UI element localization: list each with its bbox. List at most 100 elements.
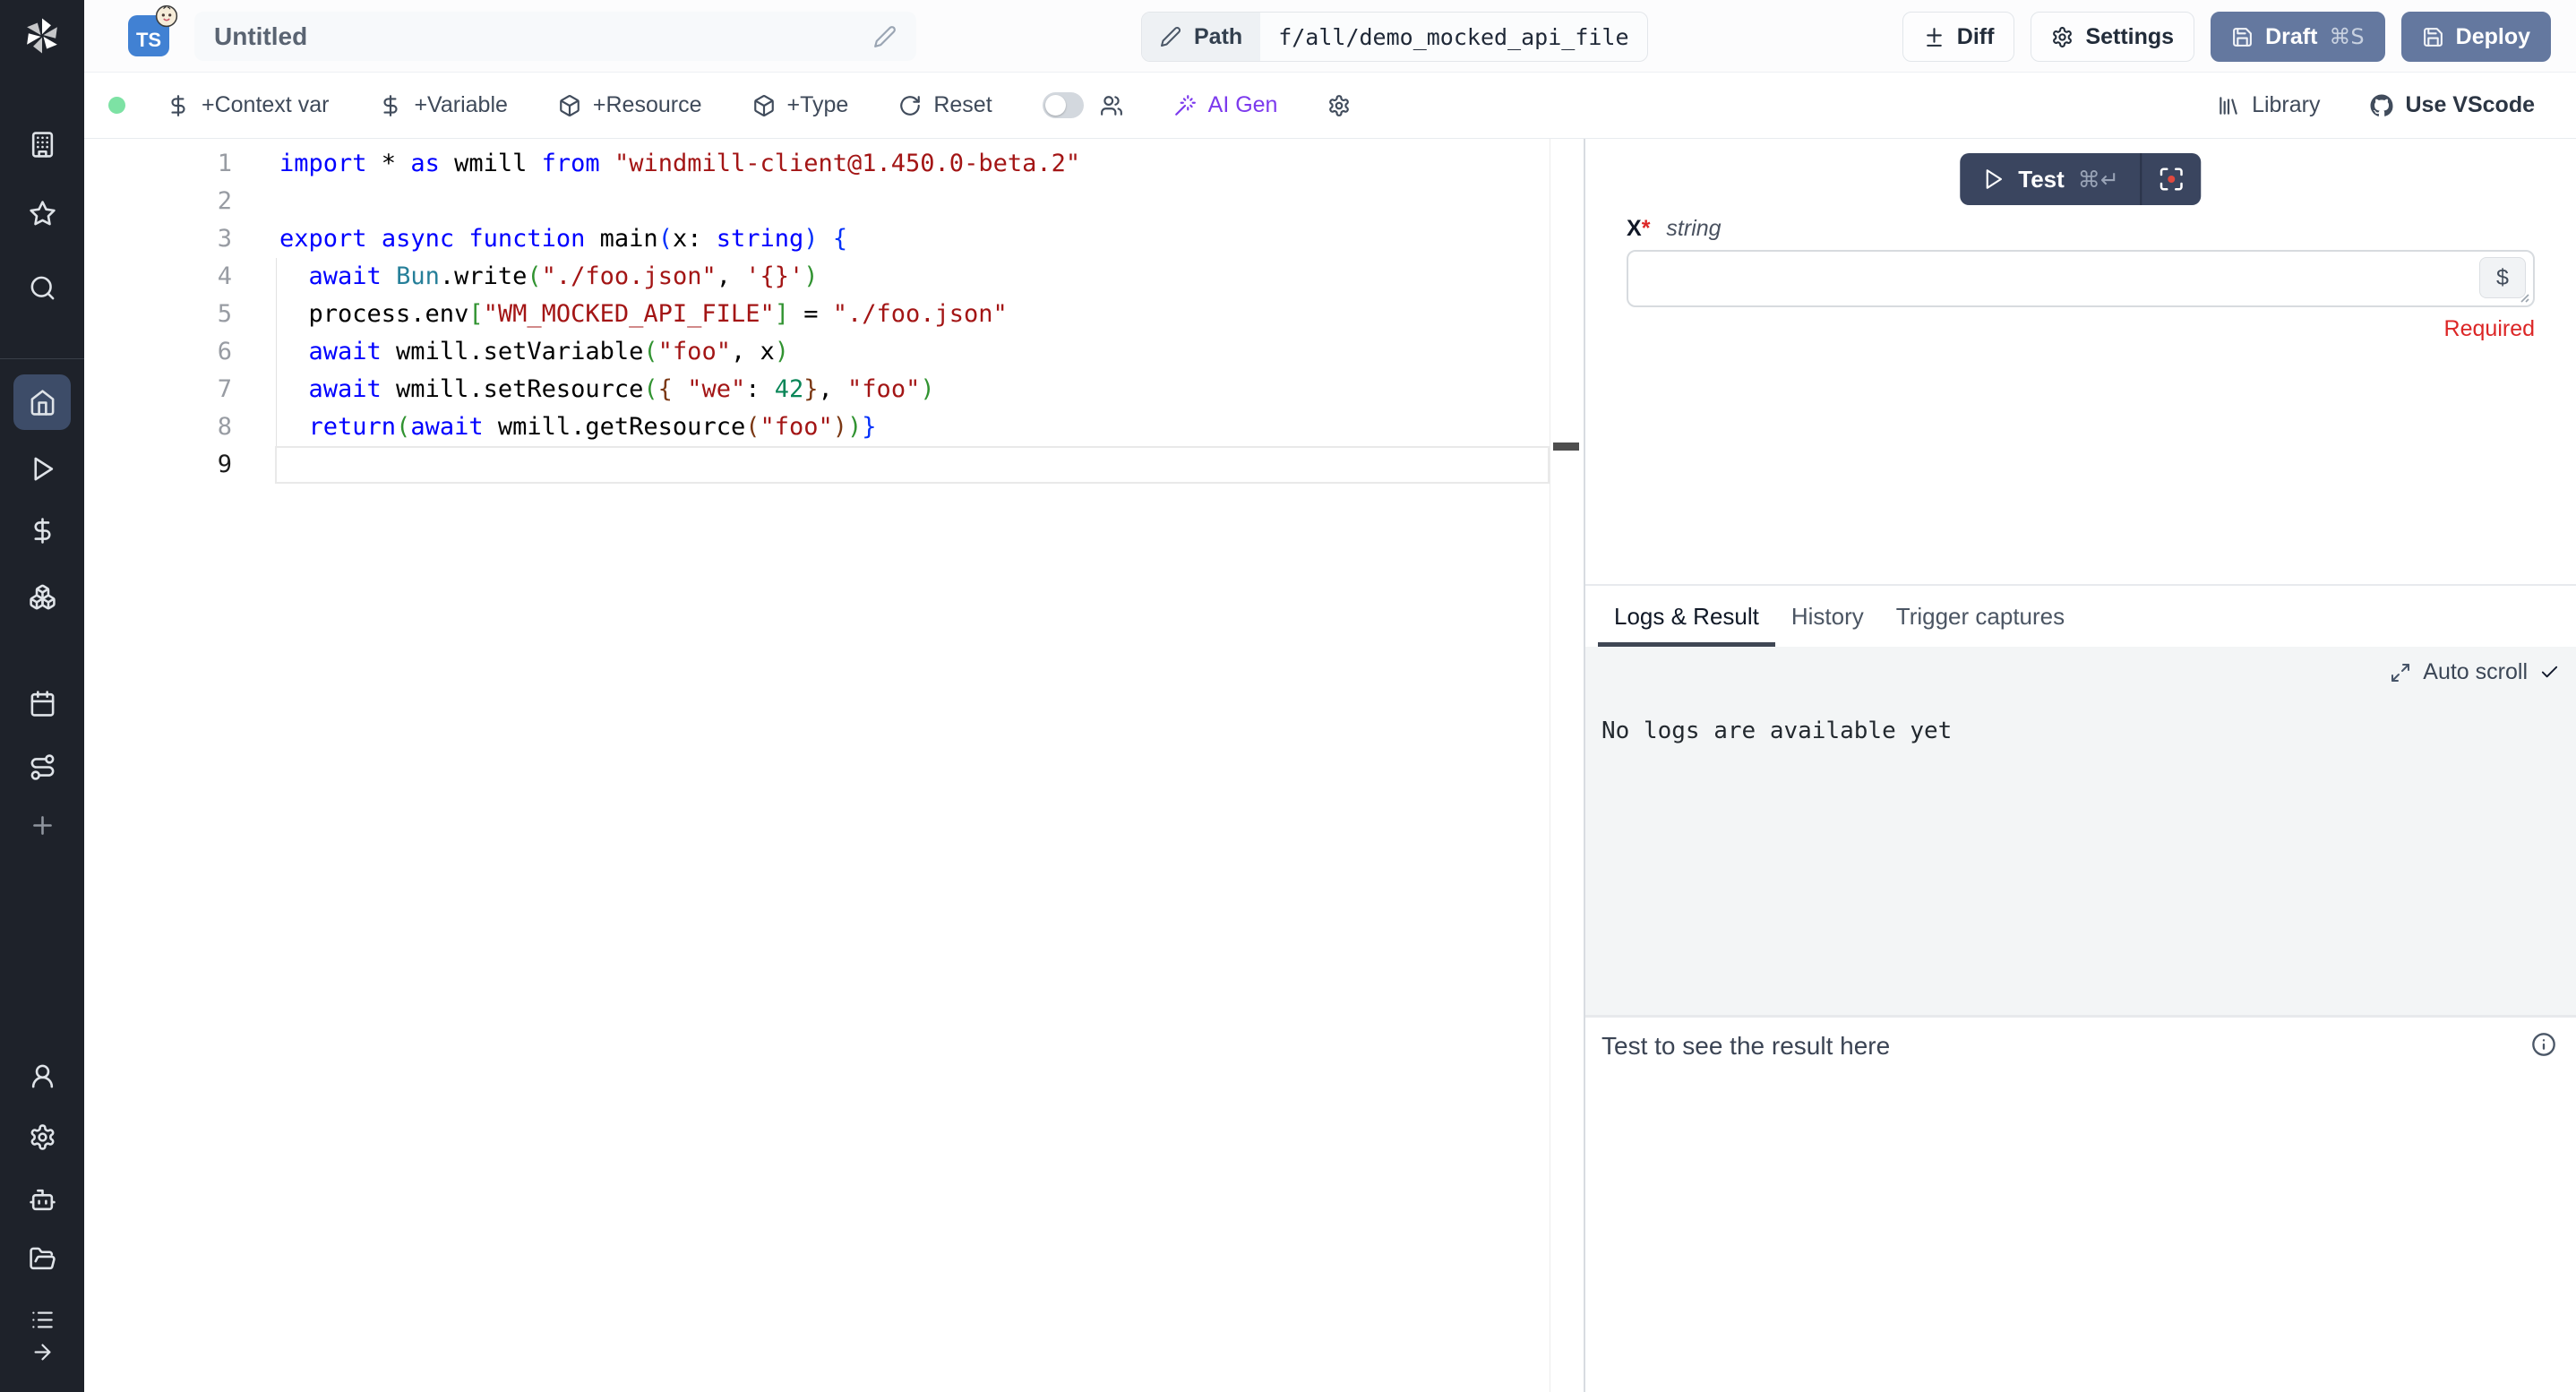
main-column: TS Untitled Path f/all/demo_mocked_api_f… [84, 0, 2576, 1392]
sidebar-item-play[interactable] [13, 441, 71, 496]
folder-open-icon [29, 1245, 56, 1273]
add-resource-button[interactable]: +Resource [558, 92, 702, 118]
diff-button[interactable]: Diff [1902, 12, 2015, 62]
sidebar-item-star[interactable] [13, 185, 71, 241]
code-text: export async function main(x: string) { [275, 220, 1550, 258]
gear-icon [2051, 26, 2074, 48]
star-icon [29, 200, 56, 228]
line-number: 7 [84, 371, 275, 408]
code-line-7[interactable]: 7 await wmill.setResource({ "we": 42}, "… [84, 371, 1550, 408]
sidebar-item-dollar-sign[interactable] [13, 503, 71, 558]
code-line-3[interactable]: 3export async function main(x: string) { [84, 220, 1550, 258]
code-line-5[interactable]: 5 process.env["WM_MOCKED_API_FILE"] = ".… [84, 296, 1550, 333]
library-button[interactable]: Library [2217, 92, 2320, 118]
dollar-sign-icon [379, 94, 402, 117]
code-editor[interactable]: 1import * as wmill from "windmill-client… [84, 139, 1584, 1392]
sidebar-item-folder-open[interactable] [13, 1231, 71, 1286]
path-value: f/all/demo_mocked_api_file [1260, 13, 1646, 61]
path-control[interactable]: Path f/all/demo_mocked_api_file [1141, 12, 1648, 62]
settings-button[interactable]: Settings [2031, 12, 2194, 62]
sidebar-item-search[interactable] [13, 260, 71, 315]
right-panel: Test ⌘↵ X* string $ [1585, 139, 2576, 1392]
settings-button-label: Settings [2085, 24, 2174, 50]
collab-mode-toggle[interactable] [1043, 92, 1084, 118]
line-number: 1 [84, 145, 275, 183]
line-number: 2 [84, 183, 275, 220]
add-type-button[interactable]: +Type [752, 92, 849, 118]
info-icon[interactable] [2531, 1032, 2556, 1057]
code-line-6[interactable]: 6 await wmill.setVariable("foo", x) [84, 333, 1550, 371]
play-icon [1981, 168, 2005, 191]
code-lines: 1import * as wmill from "windmill-client… [84, 145, 1550, 484]
required-asterisk: * [1642, 216, 1651, 241]
check-icon[interactable] [2539, 662, 2560, 683]
line-number: 4 [84, 258, 275, 296]
tab-history[interactable]: History [1775, 586, 1880, 647]
code-line-4[interactable]: 4 await Bun.write("./foo.json", '{}') [84, 258, 1550, 296]
add-variable-button[interactable]: +Variable [379, 92, 507, 118]
sidebar-item-plus[interactable] [13, 797, 71, 853]
editor-overview-ruler[interactable] [1550, 139, 1584, 1392]
toolbar-right-group: Library Use VScode [2217, 92, 2535, 118]
toggle-knob [1045, 95, 1066, 116]
sidebar-item-user[interactable] [13, 1048, 71, 1104]
sidebar-item-bot[interactable] [13, 1172, 71, 1227]
code-line-9[interactable]: 9 [84, 446, 1550, 484]
add-variable-label: +Variable [414, 92, 507, 118]
user-icon [29, 1062, 56, 1090]
code-line-2[interactable]: 2 [84, 183, 1550, 220]
sidebar-item-settings[interactable] [13, 1109, 71, 1164]
line-number: 8 [84, 408, 275, 446]
package-icon [752, 94, 776, 117]
sidebar-item-arrow-right[interactable] [13, 1324, 71, 1379]
code-line-1[interactable]: 1import * as wmill from "windmill-client… [84, 145, 1550, 183]
code-text: await wmill.setResource({ "we": 42}, "fo… [275, 371, 1550, 408]
code-text: process.env["WM_MOCKED_API_FILE"] = "./f… [275, 296, 1550, 333]
ai-gen-button[interactable]: AI Gen [1173, 92, 1278, 118]
tab-logs-result[interactable]: Logs & Result [1598, 586, 1775, 647]
test-button[interactable]: Test ⌘↵ [1960, 153, 2140, 205]
bot-icon [29, 1186, 56, 1214]
typescript-badge-label: TS [136, 29, 161, 52]
capture-scan-icon [2159, 166, 2185, 193]
sidebar-divider [0, 358, 84, 359]
pencil-icon [1160, 26, 1181, 47]
argument-x-input[interactable]: $ [1627, 250, 2535, 307]
sidebar-item-boxes[interactable] [13, 569, 71, 624]
users-icon [1100, 94, 1123, 117]
expand-icon[interactable] [2390, 662, 2411, 683]
resize-handle-icon[interactable] [2516, 289, 2530, 304]
top-bar: TS Untitled Path f/all/demo_mocked_api_f… [84, 0, 2576, 73]
arrow-right-icon [30, 1340, 55, 1364]
required-note: Required [2444, 316, 2535, 342]
code-text [275, 446, 1550, 484]
code-text: return(await wmill.getResource("foo"))} [275, 408, 1550, 446]
add-context-var-button[interactable]: +Context var [167, 92, 329, 118]
topbar-actions: Diff Settings Draft ⌘S Deploy [1902, 12, 2551, 62]
tab-trigger-captures[interactable]: Trigger captures [1880, 586, 2081, 647]
code-line-8[interactable]: 8 return(await wmill.getResource("foo"))… [84, 408, 1550, 446]
home-icon [29, 389, 56, 417]
library-label: Library [2252, 92, 2320, 118]
reset-button[interactable]: Reset [898, 92, 992, 118]
windmill-logo-icon[interactable] [19, 13, 65, 59]
plus-icon [29, 812, 56, 839]
script-title-field[interactable]: Untitled [194, 12, 916, 61]
sidebar-item-calendar[interactable] [13, 675, 71, 731]
use-vscode-button[interactable]: Use VScode [2370, 92, 2535, 118]
deploy-button[interactable]: Deploy [2401, 12, 2551, 62]
collab-toggle-group [1043, 92, 1123, 118]
argument-type: string [1666, 216, 1721, 242]
draft-button[interactable]: Draft ⌘S [2211, 12, 2385, 62]
library-icon [2217, 94, 2240, 117]
path-edit-button[interactable]: Path [1142, 13, 1260, 61]
sidebar-item-route[interactable] [13, 739, 71, 795]
test-button-group: Test ⌘↵ [1960, 153, 2201, 205]
logs-panel: Auto scroll No logs are available yet [1585, 647, 2576, 1015]
capture-run-button[interactable] [2142, 153, 2202, 205]
editor-settings-button[interactable] [1327, 94, 1351, 117]
sidebar-item-home[interactable] [13, 374, 71, 430]
sidebar-item-building[interactable] [13, 116, 71, 172]
path-label: Path [1194, 24, 1242, 50]
edit-title-pencil-icon[interactable] [873, 25, 897, 48]
